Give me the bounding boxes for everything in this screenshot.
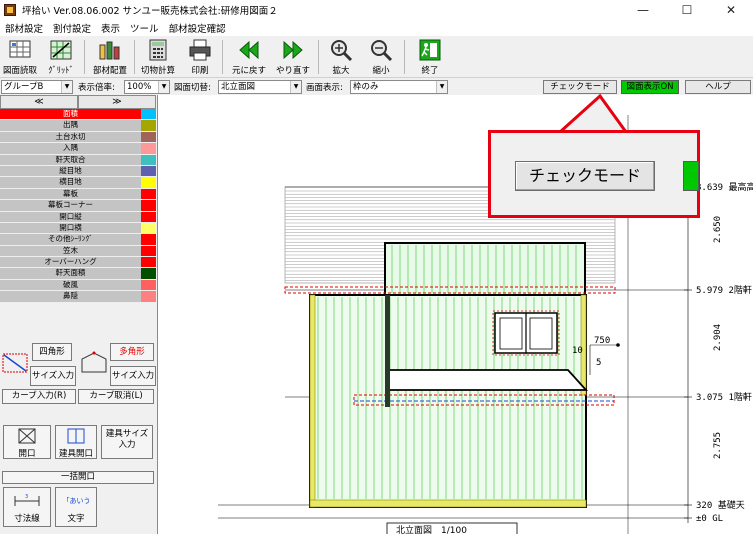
callout-check-mode-button: チェックモード [515,161,655,191]
check-mode-callout: チェックモード [488,130,700,218]
callout-pointer [556,93,629,134]
callout-green-button [683,161,699,191]
callout-footer [491,197,697,215]
